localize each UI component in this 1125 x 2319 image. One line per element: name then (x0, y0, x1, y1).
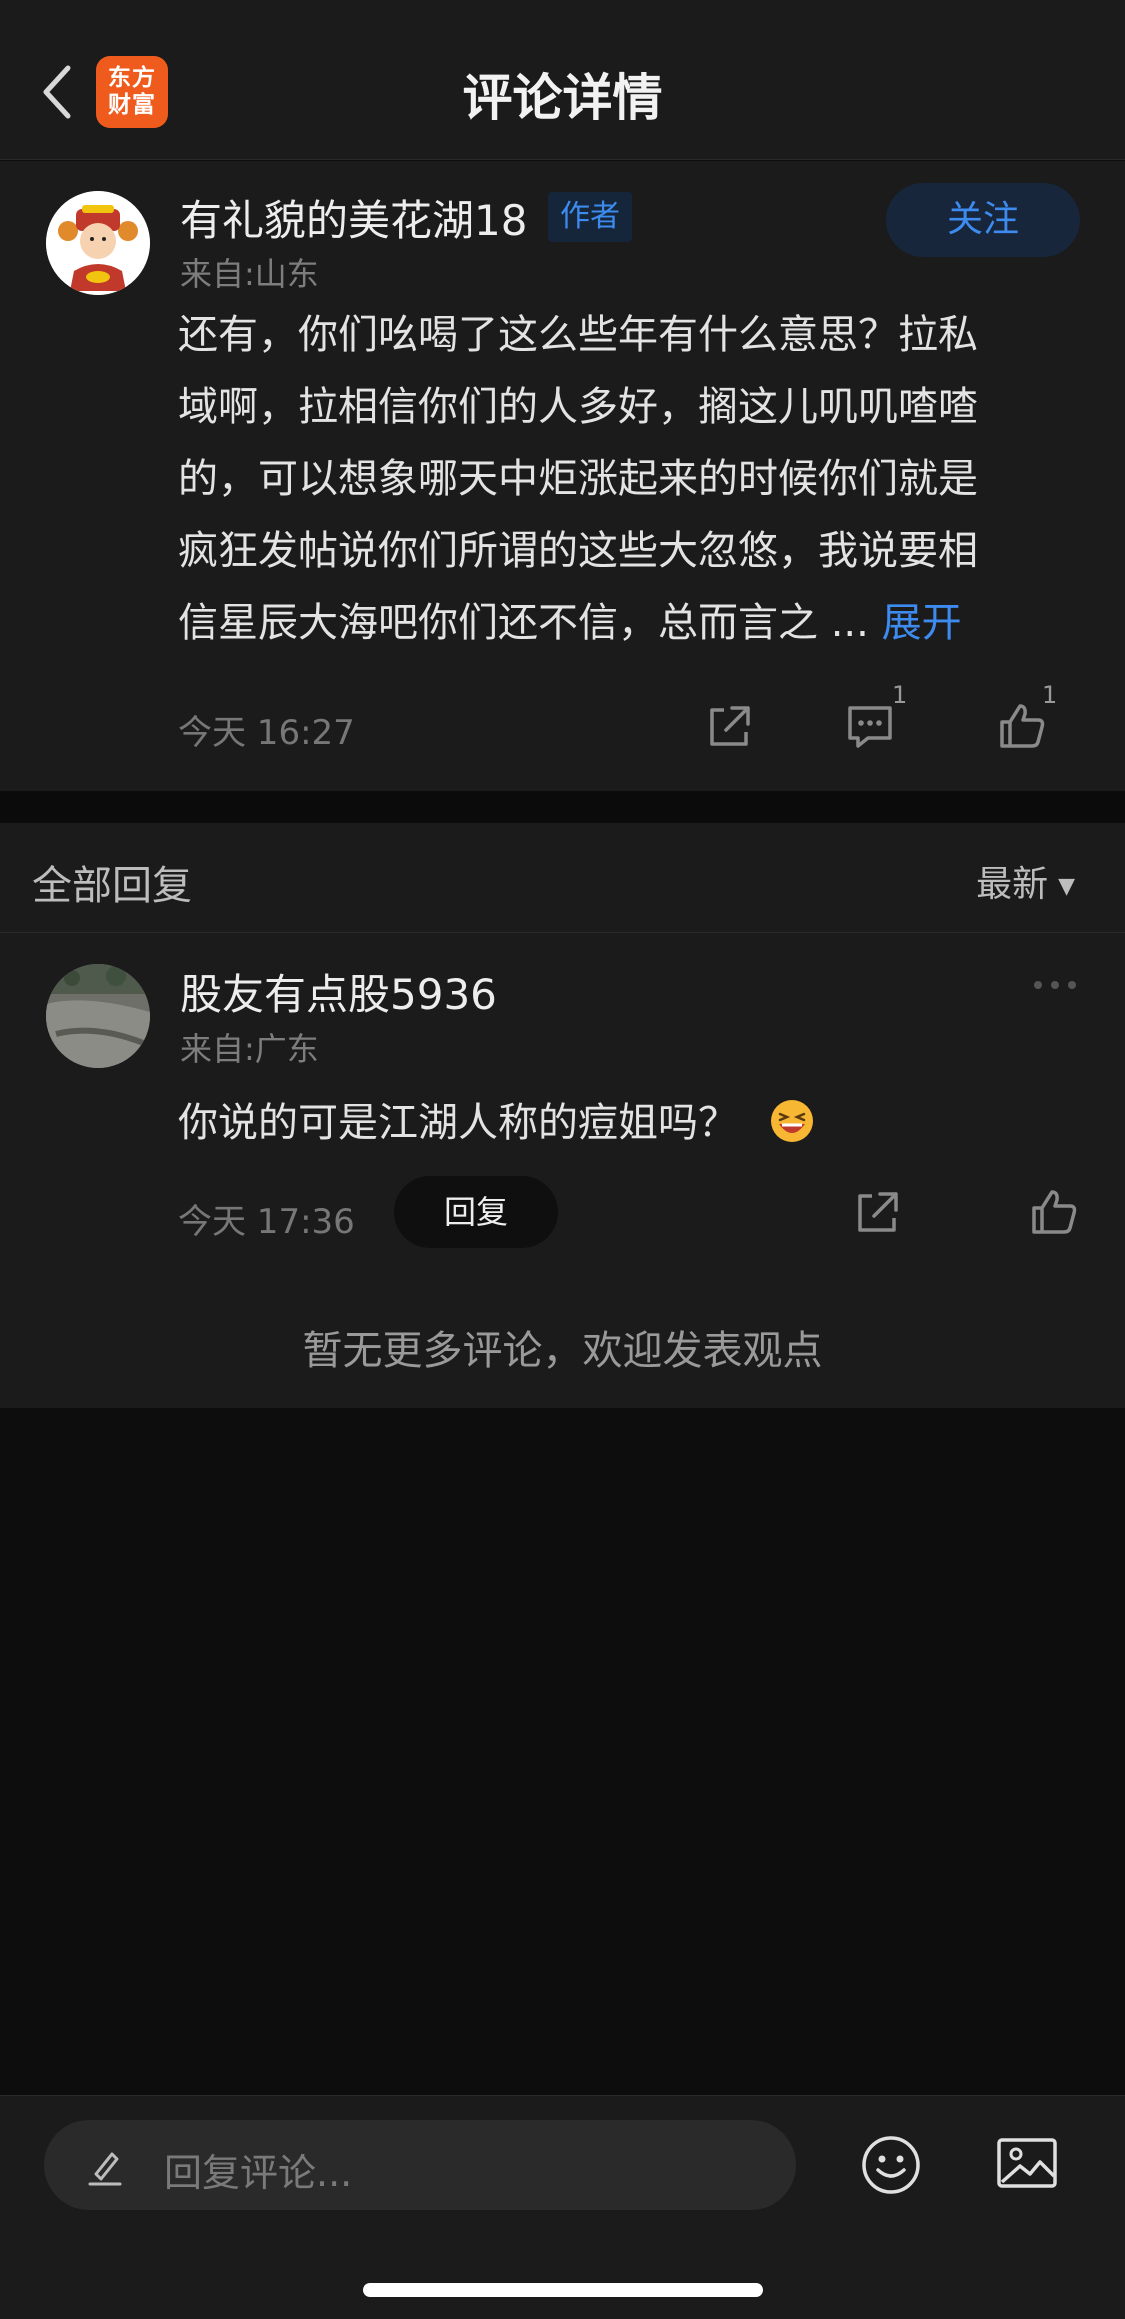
share-icon[interactable] (702, 698, 758, 754)
comment-line: 还有，你们吆喝了这么些年有什么意思？拉私 (178, 312, 978, 358)
caret-down-icon: ▼ (1058, 873, 1075, 899)
reply-input-field[interactable]: 回复评论... (44, 2120, 796, 2210)
reply-time: 今天 17:36 (178, 1202, 355, 1242)
sort-dropdown[interactable]: 最新 ▼ (976, 855, 1075, 907)
comment-content: 还有，你们吆喝了这么些年有什么意思？拉私 域啊，拉相信你们的人多好，搁这儿叽叽喳… (178, 299, 1078, 659)
comment-line: 域啊，拉相信你们的人多好，搁这儿叽叽喳喳 (178, 384, 978, 430)
reply-text: 你说的可是江湖人称的痘姐吗？ (178, 1090, 815, 1148)
reply-button[interactable]: 回复 (394, 1176, 558, 1248)
comment-icon[interactable] (842, 698, 898, 754)
comment-last-line: 信星辰大海吧你们还不信，总而言之 ... 展开 (178, 587, 1078, 659)
author-avatar[interactable] (46, 191, 150, 295)
comment-count: 1 (892, 681, 908, 709)
home-indicator[interactable] (363, 2283, 763, 2297)
like-icon[interactable] (1026, 1184, 1082, 1240)
replies-title: 全部回复 (32, 863, 192, 909)
image-upload-icon[interactable] (996, 2136, 1058, 2192)
share-icon[interactable] (850, 1184, 906, 1240)
reply-input-placeholder: 回复评论... (164, 2151, 353, 2195)
comment-time: 今天 16:27 (178, 713, 355, 753)
page-title: 评论详情 (462, 69, 663, 127)
more-options-icon[interactable] (1030, 975, 1080, 995)
reply-location: 来自:广东 (180, 1030, 319, 1068)
comment-line: 信星辰大海吧你们还不信，总而言之 ... (178, 600, 882, 646)
comment-line: 的，可以想象哪天中炬涨起来的时候你们就是 (178, 456, 978, 502)
emoji-icon[interactable] (860, 2134, 922, 2196)
expand-link[interactable]: 展开 (882, 600, 962, 646)
author-badge: 作者 (548, 192, 632, 242)
sort-label: 最新 (976, 864, 1049, 905)
like-count: 1 (1042, 681, 1058, 709)
reply-username[interactable]: 股友有点股5936 (180, 961, 497, 1022)
follow-button[interactable]: 关注 (886, 183, 1080, 257)
photo-avatar-icon (46, 964, 150, 1068)
author-location: 来自:山东 (180, 255, 319, 293)
fortune-god-avatar-icon (46, 191, 150, 295)
top-nav-bar: 东方 财富 评论详情 (0, 0, 1125, 160)
comment-line: 疯狂发帖说你们所谓的这些大忽悠，我说要相 (178, 528, 978, 574)
no-more-comments-text: 暂无更多评论，欢迎发表观点 (302, 1328, 823, 1374)
replier-avatar[interactable] (46, 964, 150, 1068)
section-divider (0, 791, 1125, 823)
reply-text-content: 你说的可是江湖人称的痘姐吗？ (178, 1100, 738, 1146)
replies-header: 全部回复 最新 ▼ (0, 823, 1125, 933)
pencil-icon (88, 2152, 122, 2186)
laughing-emoji-icon (770, 1100, 813, 1142)
main-comment-card: 有礼貌的美花湖18 作者 关注 来自:山东 还有，你们吆喝了这么些年有什么意思？… (0, 161, 1125, 791)
author-username[interactable]: 有礼貌的美花湖18 (180, 187, 527, 248)
